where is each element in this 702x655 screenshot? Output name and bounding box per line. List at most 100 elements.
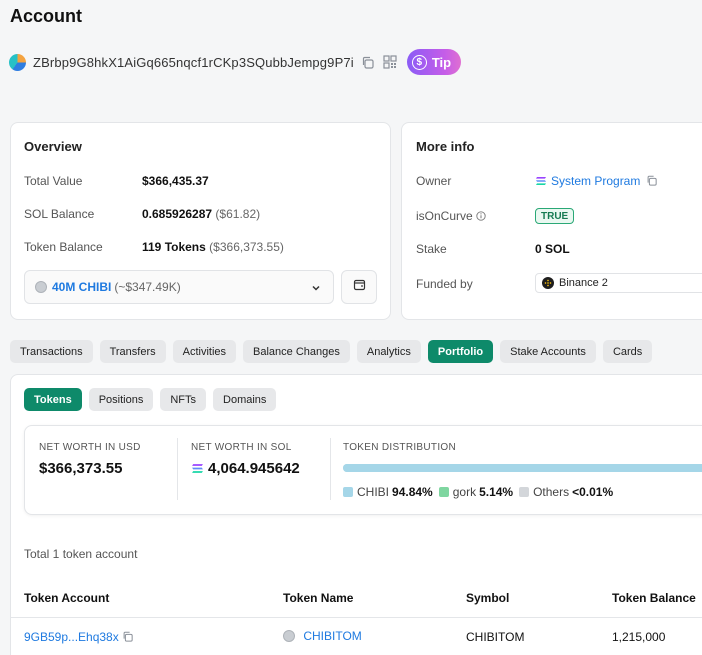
- tab-stake-accounts[interactable]: Stake Accounts: [500, 340, 596, 363]
- token-name-link[interactable]: CHIBITOM: [303, 629, 361, 643]
- wallet-button[interactable]: [341, 270, 377, 304]
- subtab-positions[interactable]: Positions: [88, 388, 154, 411]
- dollar-coin-icon: $: [411, 54, 427, 70]
- sol-balance: 0.685926287 ($61.82): [142, 207, 260, 221]
- legend-name: gork: [452, 485, 477, 499]
- token-table-header: Token Account Token Name Symbol Token Ba…: [11, 585, 702, 618]
- legend-percent: 94.84%: [392, 485, 433, 499]
- tab-cards[interactable]: Cards: [602, 340, 653, 363]
- funded-by-value: Binance 2: [559, 277, 608, 289]
- owner-value: System Program: [551, 174, 641, 188]
- overview-title: Overview: [24, 139, 82, 154]
- legend-item-chibi: CHIBI 94.84%: [343, 485, 433, 499]
- portfolio-card: Tokens Positions NFTs Domains NET WORTH …: [10, 374, 702, 655]
- stake-value: 0 SOL: [535, 242, 570, 256]
- token-select-dropdown[interactable]: 40M CHIBI (~$347.49K): [24, 270, 334, 304]
- account-tabs: Transactions Transfers Activities Balanc…: [10, 340, 653, 363]
- subtab-nfts[interactable]: NFTs: [160, 388, 207, 411]
- legend-swatch: [519, 487, 530, 497]
- funded-by-label: Funded by: [416, 277, 473, 291]
- net-worth-sol-label: NET WORTH IN SOL: [191, 442, 292, 453]
- is-on-curve-badge: TRUE: [535, 208, 575, 224]
- sol-balance-amount: 0.685926287: [142, 207, 213, 221]
- legend-percent: 5.14%: [479, 485, 514, 499]
- funded-by-link[interactable]: Binance 2: [535, 273, 702, 293]
- token-distribution-legend: CHIBI 94.84% gork 5.14% Others <0.01%: [343, 485, 619, 499]
- is-on-curve-label: isOnCurve: [416, 209, 486, 224]
- divider: [330, 438, 331, 500]
- token-account-link[interactable]: 9GB59p...Ehq38x: [24, 630, 119, 644]
- legend-item-gork: gork 5.14%: [438, 485, 514, 499]
- total-value: $366,435.37: [142, 174, 209, 188]
- sol-balance-label: SOL Balance: [24, 207, 95, 221]
- account-address-row: ZBrbp9G8hkX1AiGq665nqcf1rCKp3SQubbJempg9…: [9, 49, 462, 75]
- net-worth-summary: NET WORTH IN USD $366,373.55 NET WORTH I…: [24, 425, 702, 515]
- tab-portfolio[interactable]: Portfolio: [427, 340, 494, 363]
- legend-swatch: [343, 487, 353, 497]
- qr-code-icon[interactable]: [382, 54, 398, 70]
- solana-icon: [535, 175, 547, 185]
- table-row: 9GB59p...Ehq38x CHIBITOM CHIBITOM 1,215,…: [11, 618, 702, 654]
- tip-button-label: Tip: [431, 54, 452, 70]
- overview-card: Overview Total Value $366,435.37 SOL Bal…: [10, 122, 391, 320]
- copy-icon[interactable]: [360, 54, 376, 70]
- token-symbol-cell: CHIBITOM: [466, 630, 525, 644]
- net-worth-usd: $366,373.55: [39, 460, 123, 477]
- net-worth-sol-value: 4,064.945642: [208, 460, 300, 477]
- token-coin-icon: [283, 630, 295, 642]
- net-worth-sol: 4,064.945642: [191, 460, 300, 477]
- tip-button[interactable]: $ Tip: [406, 49, 462, 75]
- column-header-token-name: Token Name: [283, 591, 354, 605]
- token-balance-label: Token Balance: [24, 240, 103, 254]
- tab-transactions[interactable]: Transactions: [10, 340, 93, 363]
- column-header-token-balance: Token Balance: [612, 591, 696, 605]
- account-address: ZBrbp9G8hkX1AiGq665nqcf1rCKp3SQubbJempg9…: [33, 54, 354, 70]
- page-title: Account: [10, 6, 82, 26]
- copy-icon[interactable]: [122, 631, 133, 645]
- owner-link[interactable]: System Program: [535, 174, 657, 189]
- divider: [177, 438, 178, 500]
- info-icon[interactable]: [476, 210, 486, 224]
- account-avatar: [9, 53, 26, 71]
- subtab-domains[interactable]: Domains: [213, 388, 277, 411]
- chevron-down-icon: [311, 282, 321, 296]
- more-info-title: More info: [416, 139, 475, 154]
- token-coin-icon: [35, 281, 47, 293]
- tab-analytics[interactable]: Analytics: [356, 340, 421, 363]
- is-on-curve-text: isOnCurve: [416, 209, 473, 223]
- token-name-cell[interactable]: CHIBITOM: [283, 629, 362, 643]
- column-header-symbol: Symbol: [466, 591, 510, 605]
- token-distribution-bar: [343, 464, 702, 472]
- tab-activities[interactable]: Activities: [172, 340, 237, 363]
- legend-percent: <0.01%: [572, 485, 614, 499]
- solana-icon: [191, 461, 204, 473]
- distribution-segment-chibi: [343, 464, 702, 472]
- legend-item-others: Others <0.01%: [519, 485, 613, 499]
- net-worth-usd-label: NET WORTH IN USD: [39, 442, 141, 453]
- legend-swatch: [438, 487, 449, 497]
- selected-token: 40M CHIBI: [52, 280, 112, 294]
- token-balance-count: 119 Tokens: [142, 240, 206, 254]
- legend-name: Others: [533, 485, 570, 499]
- subtab-tokens[interactable]: Tokens: [24, 388, 82, 411]
- selected-token-usd: (~$347.49K): [114, 280, 181, 294]
- total-value-label: Total Value: [24, 174, 83, 188]
- owner-label: Owner: [416, 174, 452, 188]
- copy-icon[interactable]: [646, 175, 657, 189]
- legend-name: CHIBI: [357, 485, 390, 499]
- tab-transfers[interactable]: Transfers: [99, 340, 166, 363]
- tab-balance-changes[interactable]: Balance Changes: [243, 340, 350, 363]
- binance-icon: [542, 277, 554, 289]
- wallet-icon: [353, 278, 366, 296]
- more-info-card: More info Owner System Program isOnCurve…: [401, 122, 702, 320]
- token-account-cell[interactable]: 9GB59p...Ehq38x: [24, 630, 133, 645]
- portfolio-subtabs: Tokens Positions NFTs Domains: [24, 388, 277, 411]
- sol-balance-usd: ($61.82): [215, 207, 261, 221]
- token-balance: 119 Tokens ($366,373.55): [142, 240, 284, 254]
- token-balance-usd: ($366,373.55): [209, 240, 284, 254]
- stake-label: Stake: [416, 242, 447, 256]
- token-balance-cell: 1,215,000: [612, 630, 666, 644]
- total-token-accounts: Total 1 token account: [24, 547, 138, 561]
- token-distribution-label: TOKEN DISTRIBUTION: [343, 442, 457, 453]
- column-header-token-account: Token Account: [24, 591, 110, 605]
